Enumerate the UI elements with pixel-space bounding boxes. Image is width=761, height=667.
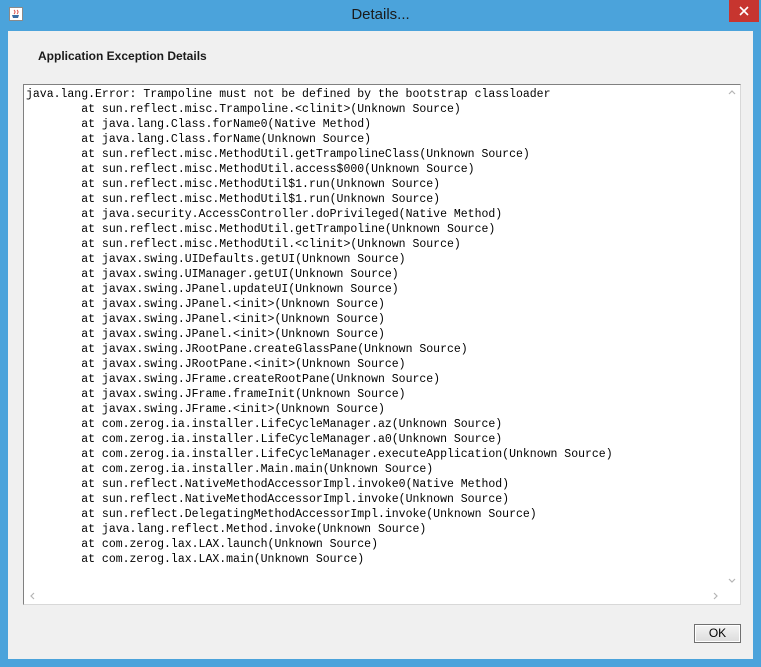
title-bar[interactable]: Details...	[0, 0, 761, 30]
stack-trace-line: at sun.reflect.misc.MethodUtil.<clinit>(…	[26, 238, 461, 251]
stack-trace-line: at sun.reflect.misc.MethodUtil.getTrampo…	[26, 223, 496, 236]
stack-trace-line: at sun.reflect.NativeMethodAccessorImpl.…	[26, 493, 510, 506]
stack-trace-line: at com.zerog.ia.installer.LifeCycleManag…	[26, 448, 613, 461]
stack-trace-line: at javax.swing.JRootPane.createGlassPane…	[26, 343, 468, 356]
exception-details-textarea[interactable]: java.lang.Error: Trampoline must not be …	[23, 84, 741, 605]
vertical-scrollbar[interactable]	[724, 85, 740, 588]
stack-trace-line: java.lang.Error: Trampoline must not be …	[26, 88, 551, 101]
stack-trace-line: at com.zerog.ia.installer.LifeCycleManag…	[26, 418, 503, 431]
stack-trace-line: at javax.swing.UIDefaults.getUI(Unknown …	[26, 253, 406, 266]
scroll-left-icon[interactable]	[29, 592, 35, 600]
stack-trace-text[interactable]: java.lang.Error: Trampoline must not be …	[26, 87, 726, 582]
stack-trace-line: at sun.reflect.misc.MethodUtil$1.run(Unk…	[26, 193, 441, 206]
stack-trace-line: at javax.swing.UIManager.getUI(Unknown S…	[26, 268, 399, 281]
scroll-down-icon[interactable]	[728, 578, 736, 584]
stack-trace-line: at com.zerog.lax.LAX.launch(Unknown Sour…	[26, 538, 378, 551]
stack-trace-line: at javax.swing.JPanel.updateUI(Unknown S…	[26, 283, 399, 296]
horizontal-scrollbar[interactable]	[24, 588, 724, 604]
scroll-corner	[724, 588, 740, 604]
close-icon	[739, 6, 749, 16]
stack-trace-line: at sun.reflect.misc.MethodUtil$1.run(Unk…	[26, 178, 441, 191]
stack-trace-line: at javax.swing.JRootPane.<init>(Unknown …	[26, 358, 406, 371]
stack-trace-line: at javax.swing.JFrame.frameInit(Unknown …	[26, 388, 406, 401]
ok-button-label: OK	[708, 626, 727, 640]
stack-trace-line: at sun.reflect.NativeMethodAccessorImpl.…	[26, 478, 510, 491]
window-title: Details...	[351, 6, 410, 23]
stack-trace-line: at java.lang.Class.forName0(Native Metho…	[26, 118, 372, 131]
stack-trace-line: at javax.swing.JFrame.createRootPane(Unk…	[26, 373, 441, 386]
stack-trace-line: at java.lang.Class.forName(Unknown Sourc…	[26, 133, 372, 146]
section-heading: Application Exception Details	[38, 49, 207, 63]
stack-trace-line: at sun.reflect.misc.Trampoline.<clinit>(…	[26, 103, 461, 116]
ok-button[interactable]: OK	[694, 624, 741, 643]
stack-trace-line: at javax.swing.JPanel.<init>(Unknown Sou…	[26, 298, 385, 311]
stack-trace-line: at sun.reflect.misc.MethodUtil.getTrampo…	[26, 148, 530, 161]
close-button[interactable]	[729, 0, 759, 22]
stack-trace-line: at sun.reflect.misc.MethodUtil.access$00…	[26, 163, 475, 176]
scroll-right-icon[interactable]	[713, 592, 719, 600]
stack-trace-line: at java.lang.reflect.Method.invoke(Unkno…	[26, 523, 427, 536]
details-dialog: Details... Application Exception Details…	[0, 0, 761, 667]
stack-trace-line: at com.zerog.ia.installer.LifeCycleManag…	[26, 433, 503, 446]
stack-trace-line: at java.security.AccessController.doPriv…	[26, 208, 503, 221]
stack-trace-line: at sun.reflect.DelegatingMethodAccessorI…	[26, 508, 537, 521]
dialog-content: Application Exception Details java.lang.…	[8, 31, 753, 659]
stack-trace-line: at com.zerog.ia.installer.Main.main(Unkn…	[26, 463, 434, 476]
stack-trace-line: at javax.swing.JFrame.<init>(Unknown Sou…	[26, 403, 385, 416]
stack-trace-line: at javax.swing.JPanel.<init>(Unknown Sou…	[26, 313, 385, 326]
stack-trace-line: at com.zerog.lax.LAX.main(Unknown Source…	[26, 553, 365, 566]
scroll-up-icon[interactable]	[728, 89, 736, 95]
stack-trace-line: at javax.swing.JPanel.<init>(Unknown Sou…	[26, 328, 385, 341]
